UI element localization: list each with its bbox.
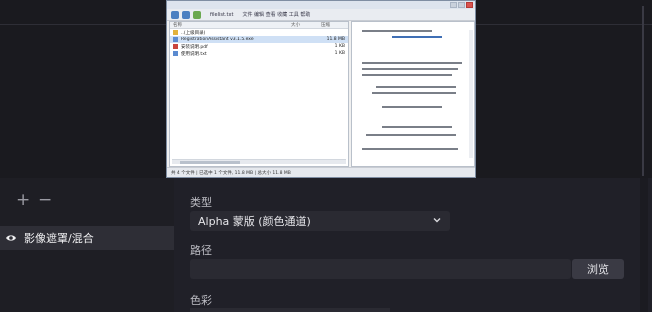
- file-row[interactable]: 使用说明.txt 1 KB: [170, 50, 348, 57]
- color-label: 色彩: [190, 294, 212, 307]
- filter-list-panel: + − 影像遮罩/混合: [0, 178, 174, 312]
- path-label: 路径: [190, 244, 212, 257]
- column-packed[interactable]: 压缩: [318, 22, 348, 28]
- file-row[interactable]: 安装说明.pdf 1 KB: [170, 43, 348, 50]
- extract-icon[interactable]: [193, 10, 201, 19]
- text-line: [362, 30, 432, 32]
- column-size[interactable]: 大小: [288, 22, 318, 28]
- close-icon[interactable]: [466, 2, 473, 8]
- text-line: [392, 36, 442, 38]
- filter-editor: + − 影像遮罩/混合 类型 Alpha 蒙版 (颜色通道) 路径 浏览 色彩: [0, 178, 652, 312]
- maximize-icon[interactable]: [458, 2, 465, 8]
- filter-item-label: 影像遮罩/混合: [24, 232, 94, 245]
- preview-scrollbar[interactable]: [642, 6, 644, 176]
- file-list-pane: 名称 大小 压缩 ..(上级目录) RegistrationAssistant …: [169, 21, 349, 167]
- file-size: 1 KB: [334, 44, 345, 49]
- window-menu[interactable]: 文件 编辑 查看 收藏 工具 帮助: [242, 11, 310, 18]
- window-statusbar: 共 4 个文件 | 已选中 1 个文件, 11.8 MB | 总大小 11.8 …: [167, 167, 475, 177]
- chevron-down-icon: [432, 215, 442, 225]
- properties-scrollbar[interactable]: [640, 178, 648, 312]
- file-row[interactable]: ..(上级目录): [170, 29, 348, 36]
- file-row[interactable]: RegistrationAssistant v3.1.5.exe 11.8 MB: [170, 36, 348, 43]
- source-preview-window: filelist.txt 文件 编辑 查看 收藏 工具 帮助 名称 大小 压缩 …: [166, 0, 476, 178]
- eye-icon[interactable]: [5, 232, 17, 244]
- folder-icon: [173, 30, 178, 35]
- text-line: [362, 74, 452, 76]
- remove-filter-button[interactable]: −: [38, 190, 52, 210]
- text-line: [382, 106, 442, 108]
- text-line: [372, 92, 456, 94]
- preview-area: filelist.txt 文件 编辑 查看 收藏 工具 帮助 名称 大小 压缩 …: [0, 0, 652, 178]
- file-list-header: 名称 大小 压缩: [170, 22, 348, 29]
- window-tab[interactable]: filelist.txt: [210, 12, 233, 18]
- text-line: [366, 134, 456, 136]
- forward-icon[interactable]: [182, 10, 190, 19]
- type-select-value: Alpha 蒙版 (颜色通道): [198, 215, 311, 228]
- color-picker[interactable]: [190, 308, 390, 312]
- file-name: ..(上级目录): [181, 30, 206, 36]
- window-body: 名称 大小 压缩 ..(上级目录) RegistrationAssistant …: [167, 21, 475, 169]
- browse-button[interactable]: 浏览: [572, 259, 624, 279]
- file-size: 11.8 MB: [326, 37, 345, 42]
- type-label: 类型: [190, 196, 212, 209]
- text-line: [362, 68, 458, 70]
- file-name: 安装说明.pdf: [181, 44, 208, 50]
- file-name: RegistrationAssistant v3.1.5.exe: [181, 37, 254, 42]
- window-toolbar: filelist.txt 文件 编辑 查看 收藏 工具 帮助: [167, 9, 475, 21]
- filter-properties: 类型 Alpha 蒙版 (颜色通道) 路径 浏览 色彩: [174, 178, 652, 312]
- window-titlebar: [167, 1, 475, 9]
- text-line: [382, 126, 452, 128]
- text-line: [362, 148, 458, 150]
- column-name[interactable]: 名称: [170, 22, 288, 28]
- text-preview-pane: [351, 21, 475, 167]
- file-name: 使用说明.txt: [181, 51, 207, 57]
- text-line: [362, 62, 462, 64]
- back-icon[interactable]: [171, 10, 179, 19]
- scroll-thumb[interactable]: [180, 161, 240, 164]
- text-line: [376, 86, 456, 88]
- vertical-scrollbar[interactable]: [469, 30, 473, 158]
- filter-item-image-mask[interactable]: 影像遮罩/混合: [0, 226, 174, 250]
- path-input[interactable]: [190, 259, 571, 279]
- txt-icon: [173, 51, 178, 56]
- type-select[interactable]: Alpha 蒙版 (颜色通道): [190, 211, 450, 231]
- add-filter-button[interactable]: +: [16, 190, 30, 210]
- file-size: 1 KB: [334, 51, 345, 56]
- exe-icon: [173, 37, 178, 42]
- horizontal-scrollbar[interactable]: [172, 159, 346, 164]
- minimize-icon[interactable]: [450, 2, 457, 8]
- pdf-icon: [173, 44, 178, 49]
